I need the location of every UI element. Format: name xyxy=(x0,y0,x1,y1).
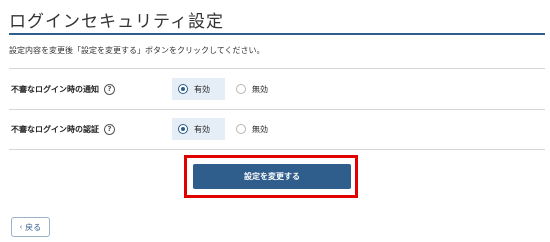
page-title: ログインセキュリティ設定 xyxy=(9,12,224,32)
row-divider xyxy=(9,68,545,69)
radio-unselected-icon[interactable] xyxy=(236,84,246,94)
back-button-label: 戻る xyxy=(25,222,42,232)
back-button[interactable]: ‹ 戻る xyxy=(11,217,50,237)
auth-option-enabled[interactable]: 有効 xyxy=(172,118,225,140)
setting-label-text: 不審なログイン時の認証 xyxy=(11,125,99,134)
help-icon[interactable]: ? xyxy=(104,84,115,95)
title-divider xyxy=(9,33,545,35)
option-label: 無効 xyxy=(252,124,268,134)
notify-option-enabled[interactable]: 有効 xyxy=(172,78,225,100)
help-icon[interactable]: ? xyxy=(104,124,115,135)
instruction-text: 設定内容を変更後「設定を変更する」ボタンをクリックしてください。 xyxy=(9,46,265,55)
submit-button[interactable]: 設定を変更する xyxy=(193,164,351,189)
chevron-left-icon: ‹ xyxy=(19,223,23,231)
setting-label-auth: 不審なログイン時の認証 ? xyxy=(11,124,115,135)
notify-option-disabled[interactable]: 無効 xyxy=(230,78,268,100)
row-divider xyxy=(9,109,545,110)
setting-label-text: 不審なログイン時の通知 xyxy=(11,85,99,94)
radio-selected-icon[interactable] xyxy=(178,84,188,94)
option-label: 無効 xyxy=(252,84,268,94)
row-divider xyxy=(9,149,545,150)
auth-option-disabled[interactable]: 無効 xyxy=(230,118,268,140)
option-label: 有効 xyxy=(194,124,210,134)
option-label: 有効 xyxy=(194,84,210,94)
radio-unselected-icon[interactable] xyxy=(236,124,246,134)
setting-label-notify: 不審なログイン時の通知 ? xyxy=(11,84,115,95)
radio-selected-icon[interactable] xyxy=(178,124,188,134)
